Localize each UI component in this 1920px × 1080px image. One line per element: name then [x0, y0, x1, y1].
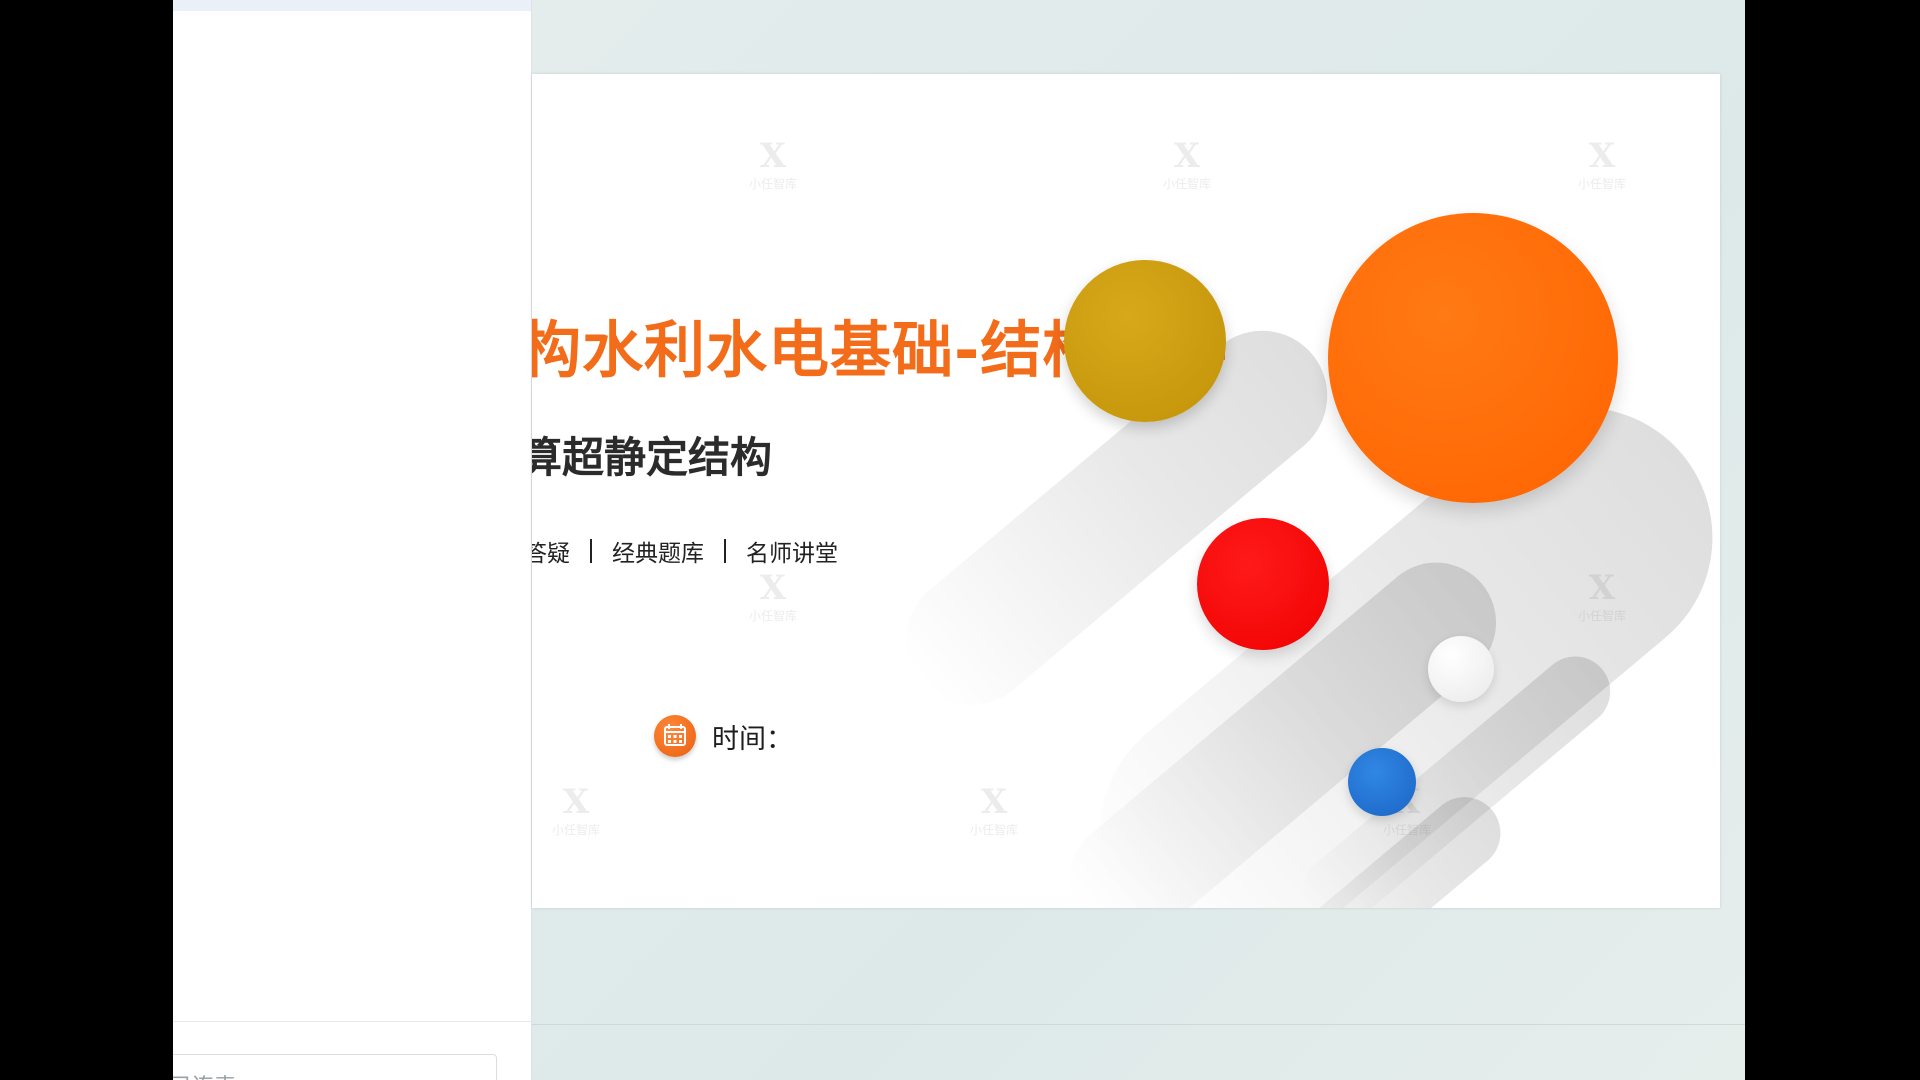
tag-qa: 答疑 [532, 541, 570, 567]
red-circle [1197, 518, 1329, 650]
watermark-text: 小任智库 [748, 177, 797, 191]
gold-circle [1064, 260, 1226, 422]
watermark-glyph: X [562, 782, 590, 822]
screen: 已连表 X 小任智库 X 小任智库 X 小任智库 X 小任智库 X 小任智 [0, 0, 1920, 1080]
watermark-glyph: X [1588, 136, 1616, 176]
watermark-text: 小任智库 [969, 823, 1018, 837]
letterbox-right [1745, 0, 1920, 1080]
side-panel-divider [173, 1021, 531, 1022]
tag-lecture-hall: 名师讲堂 [746, 541, 838, 567]
letterbox-left [0, 0, 173, 1080]
slide-subtitle: 算超静定结构 [532, 433, 773, 482]
watermark-logo: X 小任智库 [964, 782, 1024, 848]
watermark-text: 小任智库 [1577, 177, 1626, 191]
watermark-logo: X 小任智库 [1572, 136, 1632, 202]
watermark-logo: X 小任智库 [743, 136, 803, 202]
side-panel-input[interactable]: 已连表 [173, 1054, 497, 1080]
tag-separator [724, 539, 726, 563]
tag-question-bank: 经典题库 [612, 541, 704, 567]
slide: X 小任智库 X 小任智库 X 小任智库 X 小任智库 X 小任智库 X 小任智… [532, 74, 1720, 908]
white-circle [1428, 636, 1494, 702]
slide-tags: 答疑 经典题库 名师讲堂 [532, 534, 838, 568]
time-label: 时间： [712, 724, 793, 755]
calendar-icon [654, 715, 696, 757]
tag-separator [590, 539, 592, 563]
side-panel-selected-row[interactable] [173, 0, 531, 11]
watermark-text: 小任智库 [1162, 177, 1211, 191]
watermark-glyph: X [759, 136, 787, 176]
watermark-logo: X 小任智库 [546, 782, 606, 848]
orange-circle [1328, 213, 1618, 503]
watermark-logo: X 小任智库 [743, 568, 803, 634]
slide-stage: X 小任智库 X 小任智库 X 小任智库 X 小任智库 X 小任智库 X 小任智… [532, 0, 1745, 1080]
watermark-glyph: X [759, 568, 787, 608]
watermark-glyph: X [980, 782, 1008, 822]
blue-circle [1348, 748, 1416, 816]
watermark-text: 小任智库 [748, 609, 797, 623]
watermark-text: 小任智库 [551, 823, 600, 837]
side-panel: 已连表 [173, 0, 532, 1080]
watermark-logo: X 小任智库 [1157, 136, 1217, 202]
stage-divider [532, 1024, 1745, 1025]
watermark-glyph: X [1173, 136, 1201, 176]
